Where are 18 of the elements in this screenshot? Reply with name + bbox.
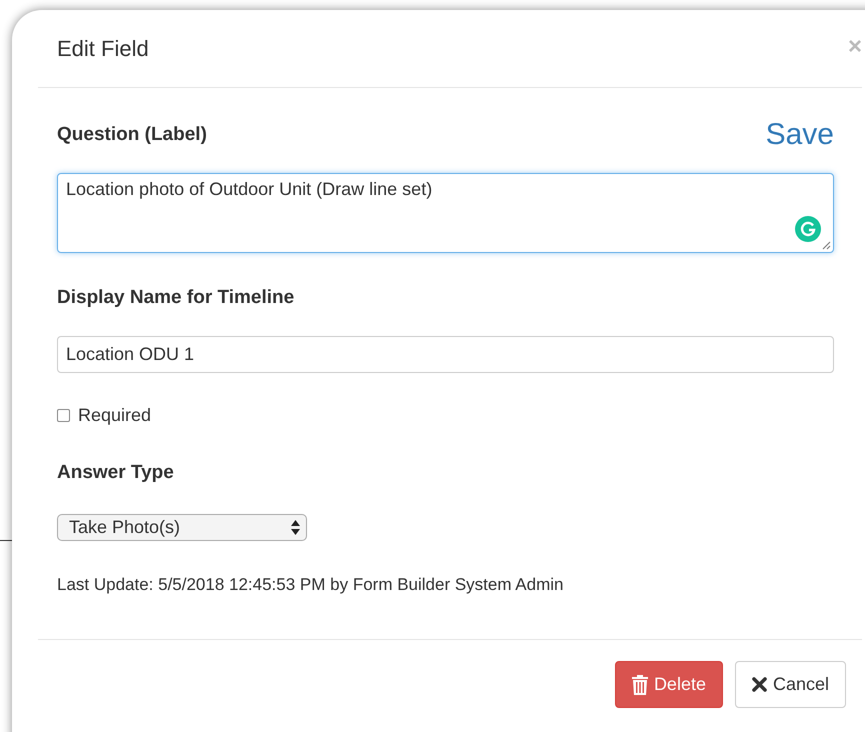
checkbox-label: Required bbox=[78, 405, 152, 426]
field-label: Answer Type bbox=[57, 462, 175, 484]
close-icon bbox=[752, 677, 767, 692]
dialog-title: Edit Field bbox=[57, 36, 149, 62]
resize-grip-icon[interactable] bbox=[822, 241, 831, 250]
trash-icon bbox=[632, 674, 648, 694]
question-field[interactable]: Location photo of Outdoor Unit (Draw line set) bbox=[57, 173, 834, 253]
save-link[interactable]: Save bbox=[766, 118, 834, 152]
updown-caret-icon bbox=[291, 520, 300, 535]
required-checkbox[interactable] bbox=[57, 409, 70, 422]
field-label: Display Name for Timeline bbox=[57, 287, 296, 309]
last-update-text: Last Update: 5/5/2018 12:45:53 PM by Form Builder System Admin bbox=[57, 575, 564, 595]
grammarly-icon bbox=[795, 216, 821, 242]
field-label: Question (Label) bbox=[57, 124, 207, 146]
delete-button[interactable]: Delete bbox=[614, 661, 723, 708]
answer-type-select[interactable]: Take Photo(s) bbox=[57, 514, 307, 541]
cancel-button[interactable]: Cancel bbox=[734, 661, 846, 708]
display-name-field[interactable]: Location ODU 1 bbox=[57, 336, 834, 373]
